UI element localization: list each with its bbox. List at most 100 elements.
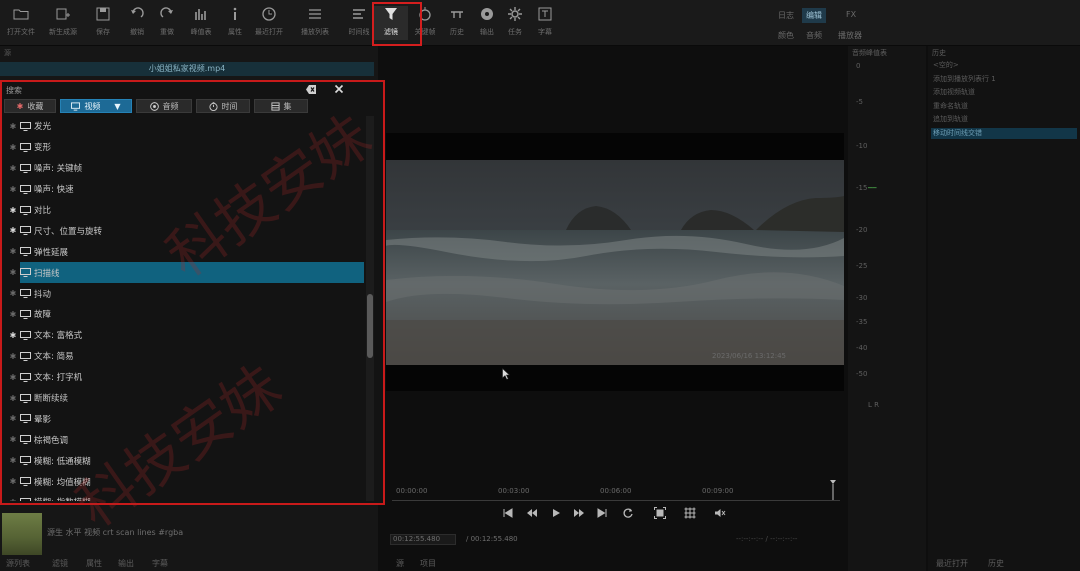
favorite-star-icon[interactable]: ✱ [6, 164, 20, 173]
loop-icon[interactable] [622, 507, 634, 519]
category-favorites-button[interactable]: ✱ 收藏 [4, 99, 56, 113]
category-sets-button[interactable]: 集 [254, 99, 308, 113]
tab-properties[interactable]: 属性 [86, 558, 102, 569]
toolbar-button-folder-open[interactable]: 打开文件 [4, 6, 38, 40]
filter-list-item[interactable]: ✱ 扫描线 [4, 262, 364, 284]
monitor-icon [20, 289, 31, 299]
tab-export[interactable]: 输出 [118, 558, 134, 569]
favorite-star-icon[interactable]: ✱ [6, 289, 20, 298]
toolbar-button-save[interactable]: 保存 [86, 6, 120, 40]
favorite-star-icon[interactable]: ✱ [6, 310, 20, 319]
filter-list-item[interactable]: ✱ 模糊: 均值模糊 [4, 471, 364, 492]
filter-list-item[interactable]: ✱ 抖动 [4, 283, 364, 304]
filter-list-item[interactable]: ✱ 发光 [4, 116, 364, 137]
filter-list-item[interactable]: ✱ 弹性延展 [4, 241, 364, 262]
favorite-star-icon[interactable]: ✱ [6, 498, 20, 501]
history-item[interactable]: 添加视频轨道 [931, 87, 1077, 98]
favorite-star-icon[interactable]: ✱ [6, 122, 20, 131]
toolbar-button-redo[interactable]: 重做 [150, 6, 184, 40]
favorite-star-icon[interactable]: ✱ [6, 373, 20, 382]
filter-list-item[interactable]: ✱ 对比 [4, 200, 364, 221]
favorite-star-icon[interactable]: ✱ [6, 394, 20, 403]
filter-list-item[interactable]: ✱ 尺寸、位置与旋转 [4, 220, 364, 241]
tab-playlist[interactable]: 源列表 [6, 558, 30, 569]
filter-list-item[interactable]: ✱ 模糊: 低通模糊 [4, 450, 364, 471]
tab-recent[interactable]: 最近打开 [936, 558, 968, 569]
monitor-icon [20, 309, 31, 319]
playhead-marker-icon[interactable] [830, 480, 836, 500]
tab-source[interactable]: 源 [396, 558, 404, 569]
filter-list-item[interactable]: ✱ 棕褐色调 [4, 429, 364, 450]
subtitle-icon [538, 7, 552, 21]
volume-muted-icon[interactable] [714, 507, 726, 519]
favorite-star-icon[interactable]: ✱ [6, 456, 20, 465]
tab-filters[interactable]: 滤镜 [52, 558, 68, 569]
toolbar-button-playlist[interactable]: 播放列表 [298, 6, 332, 40]
layout-fx-tab[interactable]: FX [842, 8, 860, 21]
category-video-button[interactable]: 视频 ▼ [60, 99, 132, 113]
filter-list-item[interactable]: ✱ 晕影 [4, 408, 364, 429]
favorite-star-icon[interactable]: ✱ [6, 352, 20, 361]
favorite-star-icon[interactable]: ✱ [6, 414, 20, 423]
clear-search-icon[interactable] [306, 85, 316, 94]
filter-list-item[interactable]: ✱ 文本: 简易 [4, 346, 364, 367]
toolbar-button-timeline[interactable]: 时间线 [342, 6, 376, 40]
toolbar-button-jobs[interactable]: 任务 [498, 6, 532, 40]
scrollbar-thumb[interactable] [367, 294, 373, 358]
filter-list-item[interactable]: ✱ 模糊: 指数模糊 [4, 492, 364, 501]
search-field[interactable]: 搜索 [6, 85, 22, 96]
toolbar-button-peak-meter[interactable]: 峰值表 [184, 6, 218, 40]
category-time-button[interactable]: 时间 [196, 99, 250, 113]
category-audio-button[interactable]: 音频 [136, 99, 192, 113]
skip-next-icon[interactable] [596, 507, 608, 519]
timeline-ruler[interactable]: 00:00:00 00:03:00 00:06:00 00:09:00 [392, 481, 840, 501]
filter-list-item[interactable]: ✱ 噪声: 快速 [4, 179, 364, 200]
play-icon[interactable] [550, 507, 562, 519]
close-icon[interactable] [334, 84, 344, 94]
zoom-fit-icon[interactable] [654, 507, 666, 519]
layout-edit-tab[interactable]: 编辑 [802, 8, 826, 23]
favorite-star-icon[interactable]: ✱ [6, 477, 20, 486]
favorite-star-icon[interactable]: ✱ [6, 247, 20, 256]
filter-list-item[interactable]: ✱ 变形 [4, 137, 364, 158]
toolbar-button-clock[interactable]: 最近打开 [252, 6, 286, 40]
toolbar-button-new-source[interactable]: 新生成源 [46, 6, 80, 40]
tab-subtitles[interactable]: 字幕 [152, 558, 168, 569]
selection-highlight [20, 262, 364, 284]
favorite-star-icon[interactable]: ✱ [6, 268, 20, 277]
favorite-star-icon[interactable]: ✱ [6, 331, 20, 340]
current-time-field[interactable]: 00:12:55.480 [390, 534, 456, 545]
layout-audio-tab[interactable]: 音频 [802, 28, 826, 43]
filter-list-item[interactable]: ✱ 噪声: 关键帧 [4, 158, 364, 179]
layout-color-tab[interactable]: 颜色 [774, 28, 798, 43]
history-item[interactable]: 重命名轨道 [931, 101, 1077, 112]
monitor-icon [20, 435, 31, 445]
rewind-icon[interactable] [526, 507, 538, 519]
grid-icon[interactable] [684, 507, 696, 519]
clip-name-bar[interactable]: 小姐姐私家视频.mp4 [0, 62, 374, 76]
tab-project[interactable]: 项目 [420, 558, 436, 569]
layout-log-tab[interactable]: 日志 [774, 8, 798, 23]
toolbar-button-subtitle[interactable]: 字幕 [528, 6, 562, 40]
skip-previous-icon[interactable] [502, 507, 514, 519]
history-item[interactable]: 添加到播放列表行 1 [931, 74, 1077, 85]
filter-list-item[interactable]: ✱ 断断续续 [4, 388, 364, 409]
favorite-star-icon[interactable]: ✱ [6, 185, 20, 194]
history-item[interactable]: 追加到轨道 [931, 114, 1077, 125]
fast-forward-icon[interactable] [573, 507, 585, 519]
favorite-star-icon[interactable]: ✱ [6, 226, 20, 235]
toolbar-button-history[interactable]: 历史 [440, 6, 474, 40]
filter-list-item[interactable]: ✱ 文本: 打字机 [4, 367, 364, 388]
layout-player-tab[interactable]: 播放器 [834, 28, 866, 43]
filter-list-item[interactable]: ✱ 文本: 富格式 [4, 325, 364, 346]
filter-list-item[interactable]: ✱ 故障 [4, 304, 364, 325]
time-row: 00:12:55.480 / 00:12:55.480 --:--:--:-- … [390, 534, 844, 546]
favorite-star-icon[interactable]: ✱ [6, 143, 20, 152]
tab-history[interactable]: 历史 [988, 558, 1004, 569]
history-item[interactable]: <空的> [931, 60, 1077, 71]
favorite-star-icon[interactable]: ✱ [6, 435, 20, 444]
toolbar-button-info[interactable]: 属性 [218, 6, 252, 40]
toolbar-button-undo[interactable]: 撤销 [120, 6, 154, 40]
history-item[interactable]: 移动时间线交错 [931, 128, 1077, 139]
favorite-star-icon[interactable]: ✱ [6, 206, 20, 215]
